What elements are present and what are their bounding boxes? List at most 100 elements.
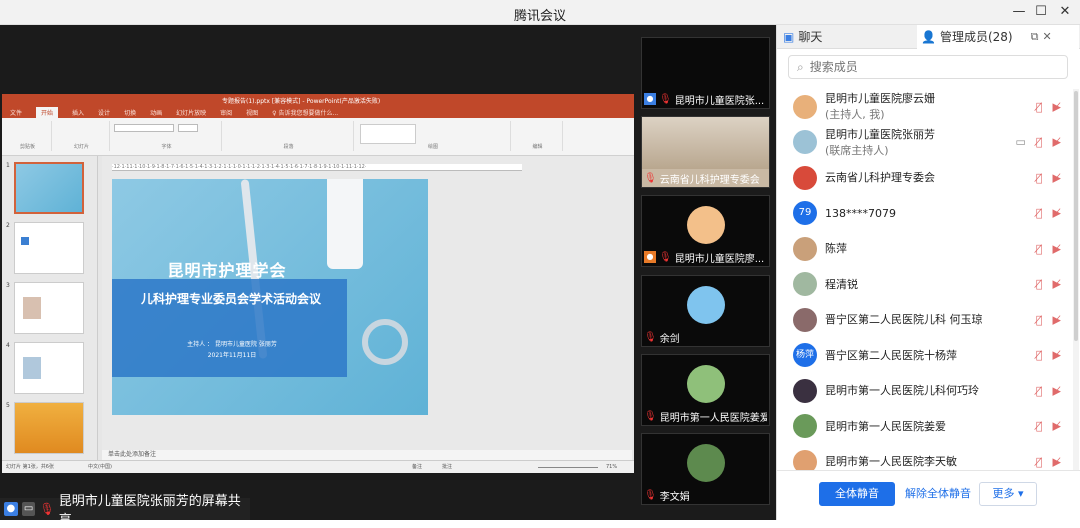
camera-off-icon[interactable]: ▶̸ — [1053, 349, 1061, 362]
ribbon-group-font: 字体 — [112, 121, 222, 151]
video-tile[interactable]: 🎙 李文娟 — [641, 433, 770, 505]
thumb-number: 2 — [6, 222, 10, 229]
slide-thumbnail-2[interactable] — [14, 222, 84, 274]
member-role: (主持人, 我) — [825, 108, 885, 122]
camera-off-icon[interactable]: ▶̸ — [1053, 242, 1061, 255]
list-item[interactable]: 昆明市第一人民医院姜爱 🎙̸ ▶̸ — [777, 409, 1071, 445]
panel-tabs: ▣ 聊天 👤 管理成员(28) ⧉ ✕ — [777, 25, 1080, 49]
popout-icon[interactable]: ⧉ — [1031, 25, 1039, 49]
mic-muted-icon[interactable]: 🎙̸ — [1036, 420, 1043, 433]
search-icon: ⌕ — [797, 59, 804, 74]
font-name-box[interactable] — [114, 124, 174, 132]
shapes-gallery[interactable] — [360, 124, 416, 144]
people-icon: 👤 — [921, 30, 936, 44]
ppt-tab[interactable]: 动画 — [150, 108, 162, 117]
list-item[interactable]: 昆明市儿童医院廖云姗 (主持人, 我) 🎙̸ ▶̸ — [777, 89, 1071, 125]
mic-muted-icon[interactable]: 🎙̸ — [1036, 100, 1043, 113]
ribbon-group-editing: 编辑 — [513, 121, 563, 151]
list-item[interactable]: 昆明市第一人民医院李天敏 🎙̸ ▶̸ — [777, 444, 1071, 472]
notes-button[interactable]: 备注 — [412, 461, 422, 473]
avatar: 79 — [793, 201, 817, 226]
camera-off-icon[interactable]: ▶̸ — [1053, 455, 1061, 468]
list-item[interactable]: 陈萍 🎙̸ ▶̸ — [777, 231, 1071, 267]
avatar — [687, 206, 725, 244]
tile-name-bar: ● 🎙 昆明市儿童医院廖... — [644, 250, 767, 264]
avatar: 杨萍 — [793, 343, 817, 368]
list-item[interactable]: 云南省儿科护理专委会 🎙̸ ▶̸ — [777, 160, 1071, 196]
mic-muted-icon[interactable]: 🎙̸ — [1036, 242, 1043, 255]
ppt-tab[interactable]: 设计 — [98, 108, 110, 117]
ppt-tab-home[interactable]: 开始 — [36, 106, 59, 118]
search-input[interactable] — [809, 60, 1050, 74]
notes-pane[interactable]: 单击此处添加备注 — [102, 450, 632, 460]
scrollbar-thumb[interactable] — [1074, 91, 1078, 341]
meeting-window: 腾讯会议 — ☐ ✕ 专题报告(1).pptx [兼容模式] - PowerPo… — [0, 0, 1080, 528]
camera-off-icon[interactable]: ▶̸ — [1053, 171, 1061, 184]
close-panel-icon[interactable]: ✕ — [1042, 25, 1051, 49]
member-list-scrollbar[interactable] — [1073, 89, 1079, 472]
camera-off-icon[interactable]: ▶̸ — [1053, 207, 1061, 220]
ribbon-group-caption: 剪贴板 — [19, 144, 35, 150]
tile-name-bar: ● 🎙 昆明市儿童医院张... — [644, 92, 767, 106]
member-controls: 🎙̸ ▶̸ — [1036, 420, 1061, 433]
mic-muted-icon[interactable]: 🎙̸ — [1036, 207, 1043, 220]
video-tile[interactable]: 🎙 昆明市第一人民医院姜爱 — [641, 354, 770, 426]
mic-muted-icon: 🎙 — [39, 502, 55, 516]
camera-off-icon[interactable]: ▶̸ — [1053, 278, 1061, 291]
camera-off-icon[interactable]: ▶̸ — [1053, 100, 1061, 113]
slide-thumbnail-4[interactable] — [14, 342, 84, 394]
title-bar: 腾讯会议 — ☐ ✕ — [0, 0, 1080, 25]
slide-thumbnail-3[interactable] — [14, 282, 84, 334]
mic-muted-icon[interactable]: 🎙̸ — [1036, 349, 1043, 362]
list-item[interactable]: 杨萍 晋宁区第二人民医院十杨萍 🎙̸ ▶̸ — [777, 338, 1071, 374]
list-item[interactable]: 晋宁区第二人民医院儿科 何玉琼 🎙̸ ▶̸ — [777, 302, 1071, 338]
tile-name: 昆明市儿童医院张... — [674, 95, 765, 107]
zoom-slider[interactable] — [538, 467, 598, 468]
avatar — [793, 378, 817, 403]
mic-muted-icon[interactable]: 🎙̸ — [1036, 313, 1043, 326]
list-item[interactable]: 79 138****7079 🎙̸ ▶̸ — [777, 196, 1071, 232]
ppt-tab[interactable]: 切换 — [124, 108, 136, 117]
ppt-tab[interactable]: 审阅 — [220, 108, 232, 117]
video-tile[interactable]: 🎙 云南省儿科护理专委会 — [641, 116, 770, 188]
mic-muted-icon[interactable]: 🎙̸ — [1036, 136, 1043, 149]
host-icon: ● — [644, 93, 656, 105]
video-tile[interactable]: ● 🎙 昆明市儿童医院廖... — [641, 195, 770, 267]
ppt-tab[interactable]: 插入 — [72, 108, 84, 117]
video-tile[interactable]: ● 🎙 昆明市儿童医院张... — [641, 37, 770, 109]
comments-button[interactable]: 批注 — [442, 461, 452, 473]
mic-muted-icon[interactable]: 🎙̸ — [1036, 171, 1043, 184]
member-name: 陈萍 — [825, 242, 847, 256]
mute-all-button[interactable]: 全体静音 — [819, 482, 895, 506]
camera-off-icon[interactable]: ▶̸ — [1053, 384, 1061, 397]
camera-off-icon[interactable]: ▶̸ — [1053, 136, 1061, 149]
horizontal-ruler: ·12·1·11·1·10·1·9·1·8·1·7·1·6·1·5·1·4·1·… — [112, 164, 522, 171]
more-button[interactable]: 更多 ▾ — [979, 482, 1037, 506]
tab-members[interactable]: 👤 管理成员(28) ⧉ ✕ — [917, 25, 1079, 49]
list-item[interactable]: 昆明市儿童医院张丽芳 (联席主持人) ▭ 🎙̸ ▶̸ — [777, 125, 1071, 161]
search-members-box[interactable]: ⌕ — [788, 55, 1068, 79]
slide-thumbnail-1[interactable] — [14, 162, 84, 214]
maximize-button[interactable]: ☐ — [1028, 3, 1054, 21]
slide-thumbnail-5[interactable] — [14, 402, 84, 454]
font-size-box[interactable] — [178, 124, 198, 132]
ppt-tab[interactable]: 文件 — [10, 108, 22, 117]
list-item[interactable]: 程清锐 🎙̸ ▶̸ — [777, 267, 1071, 303]
mic-muted-icon[interactable]: 🎙̸ — [1036, 278, 1043, 291]
ppt-tab[interactable]: 幻灯片放映 — [176, 108, 206, 117]
tile-name: 云南省儿科护理专委会 — [659, 174, 760, 186]
host-icon: ● — [644, 251, 656, 263]
list-item[interactable]: 昆明市第一人民医院儿科何巧玲 🎙̸ ▶̸ — [777, 373, 1071, 409]
video-tile[interactable]: 🎙 余剑 — [641, 275, 770, 347]
ppt-tell-me[interactable]: ♀ 告诉我您想要做什么... — [272, 108, 338, 117]
tab-chat[interactable]: ▣ 聊天 — [783, 25, 822, 49]
unmute-all-button[interactable]: 解除全体静音 — [895, 482, 981, 506]
mic-muted-icon[interactable]: 🎙̸ — [1036, 384, 1043, 397]
member-name: 昆明市第一人民医院儿科何巧玲 — [825, 384, 979, 398]
camera-off-icon[interactable]: ▶̸ — [1053, 313, 1061, 326]
mic-muted-icon[interactable]: 🎙̸ — [1036, 455, 1043, 468]
avatar — [793, 272, 817, 297]
close-button[interactable]: ✕ — [1052, 3, 1078, 21]
camera-off-icon[interactable]: ▶̸ — [1053, 420, 1061, 433]
ppt-tab[interactable]: 视图 — [246, 108, 258, 117]
